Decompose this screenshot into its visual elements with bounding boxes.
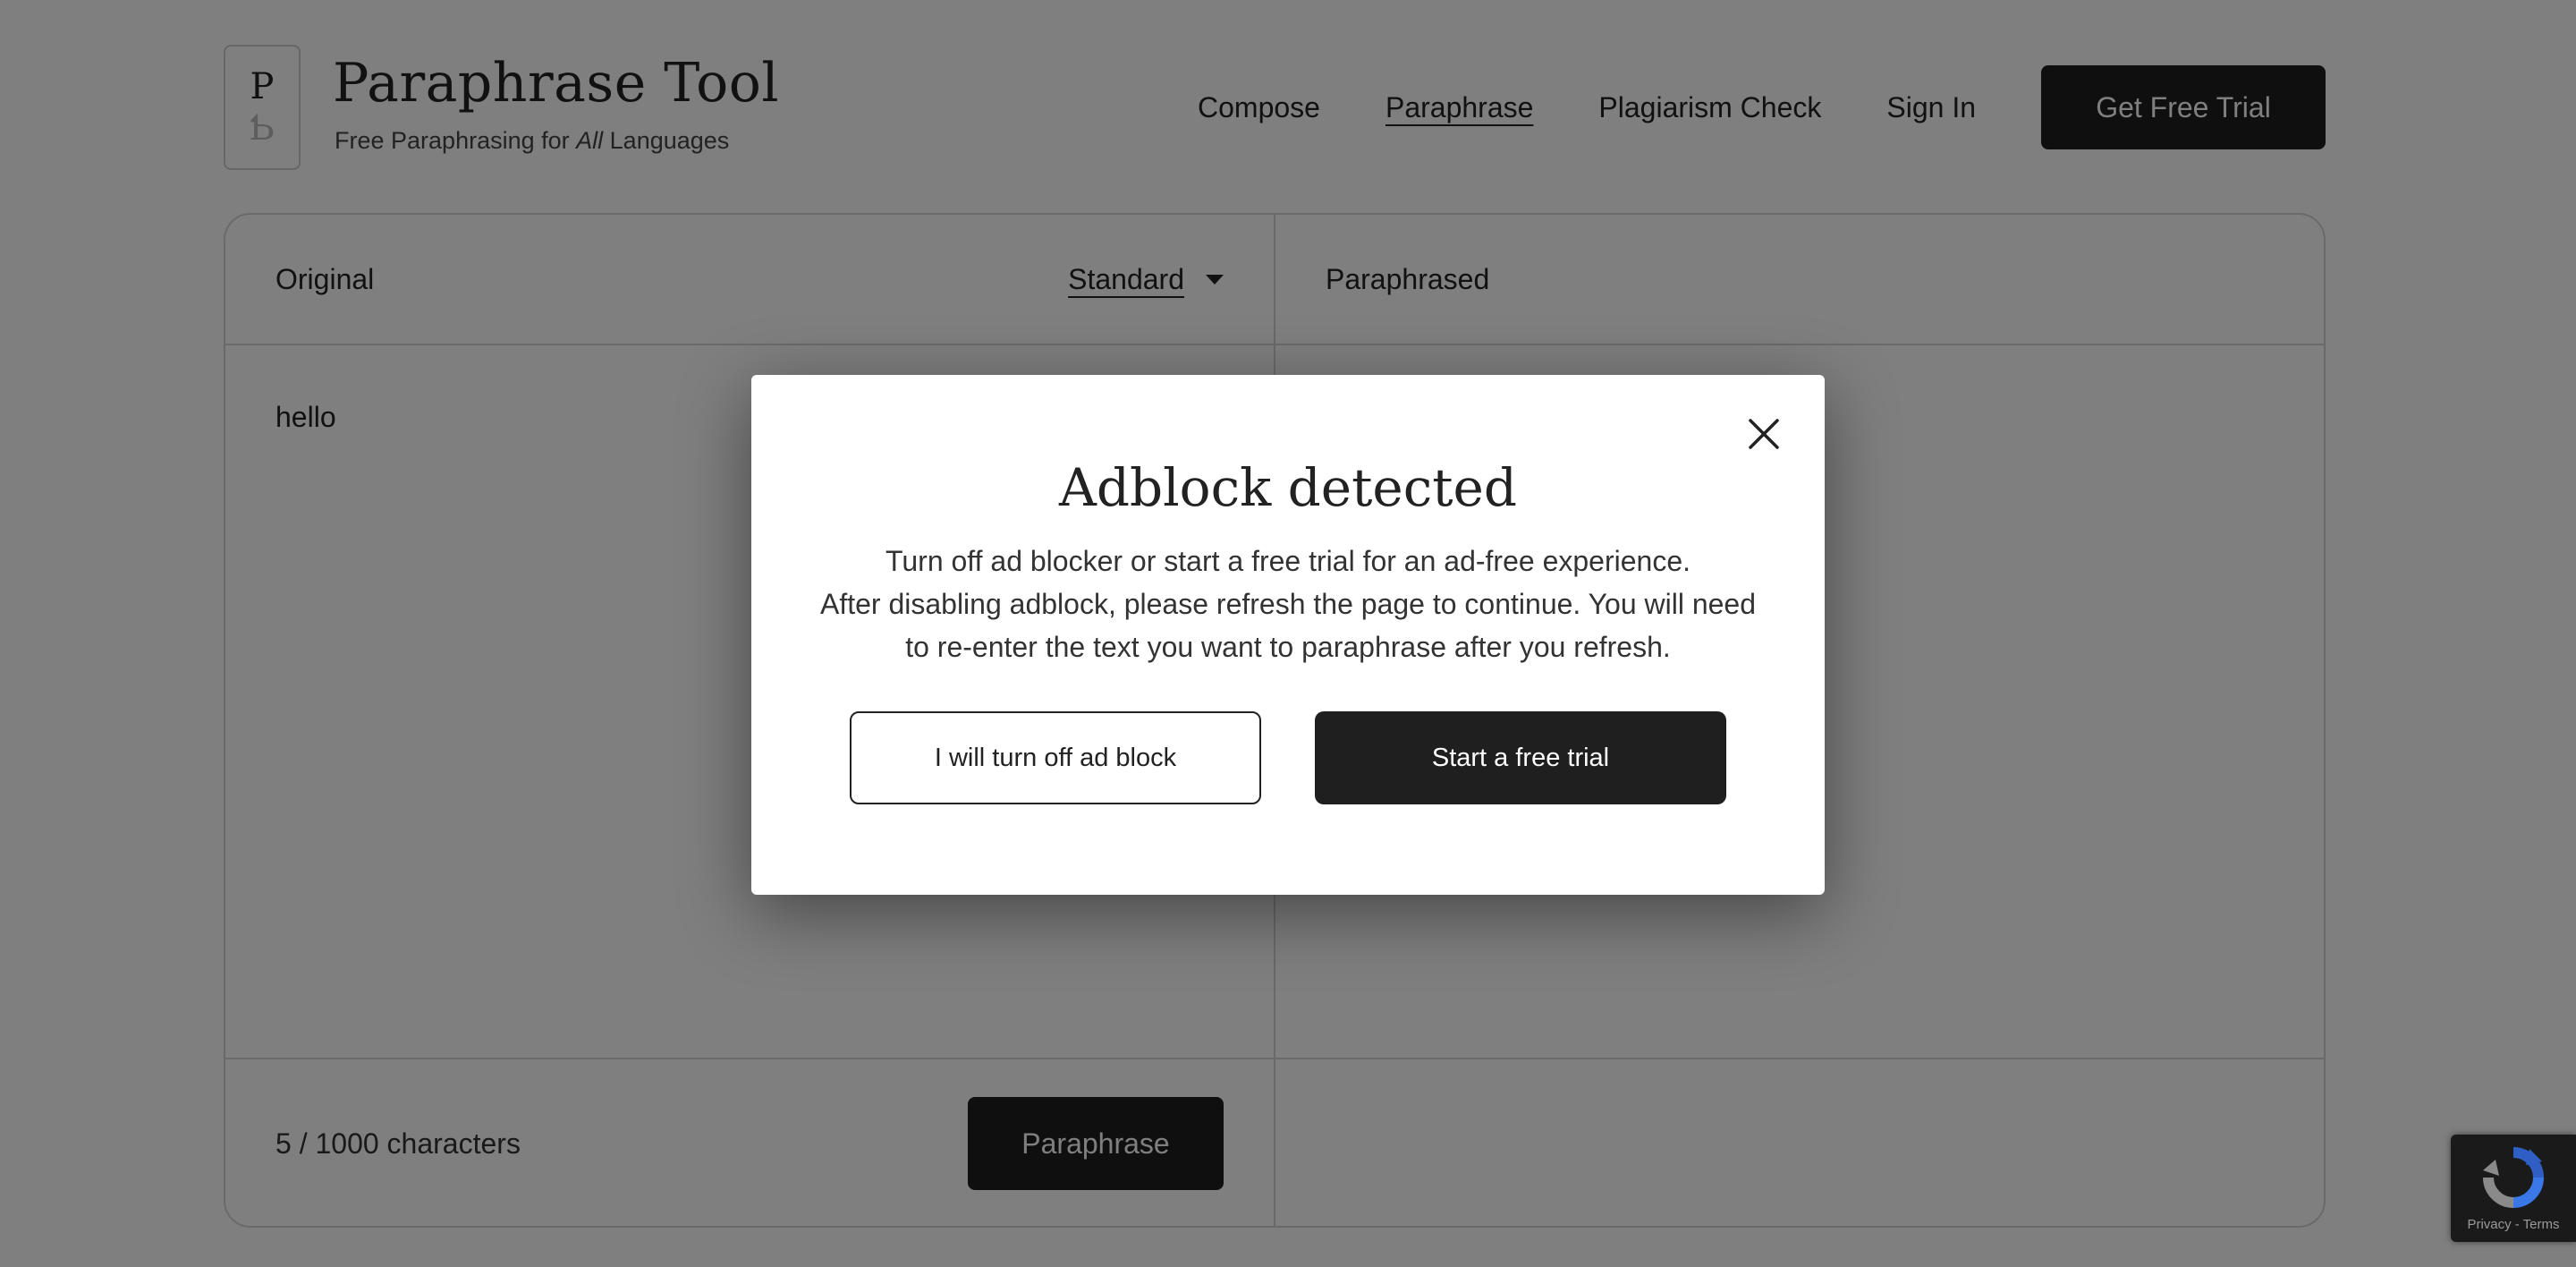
recaptcha-badge[interactable]: Privacy - Terms [2451, 1135, 2576, 1242]
page: P Ƅ Paraphrase Tool Free Paraphrasing fo… [0, 0, 2576, 1267]
start-free-trial-button[interactable]: Start a free trial [1315, 711, 1726, 804]
recaptcha-logo-icon [2483, 1147, 2544, 1208]
adblock-modal: Adblock detected Turn off ad blocker or … [751, 375, 1825, 895]
modal-message: Turn off ad blocker or start a free tria… [805, 540, 1771, 668]
recaptcha-privacy-terms[interactable]: Privacy - Terms [2451, 1217, 2576, 1232]
close-icon[interactable] [1746, 416, 1782, 452]
modal-title: Adblock detected [1058, 457, 1517, 518]
modal-message-line-1: Turn off ad blocker or start a free tria… [886, 545, 1690, 577]
modal-message-line-2: After disabling adblock, please refresh … [819, 588, 1757, 663]
modal-actions: I will turn off ad block Start a free tr… [850, 711, 1726, 804]
turn-off-adblock-button[interactable]: I will turn off ad block [850, 711, 1261, 804]
